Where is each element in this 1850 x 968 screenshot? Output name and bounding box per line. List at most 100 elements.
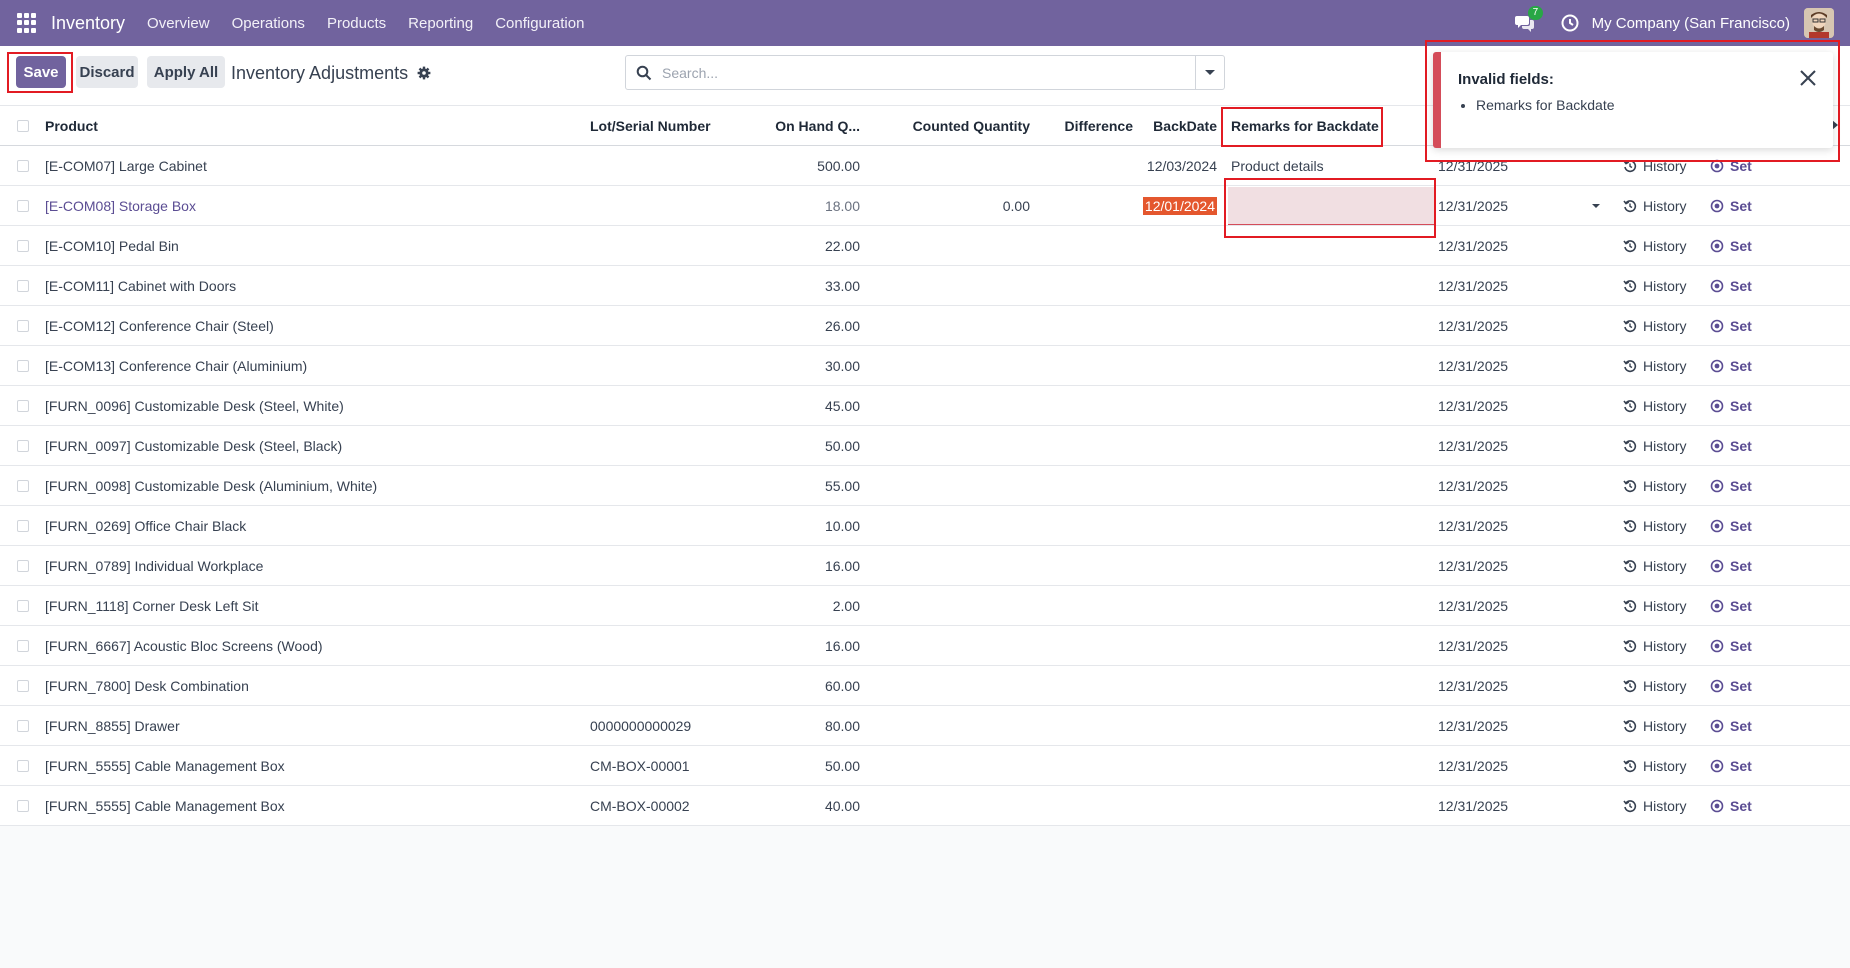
backdate-cell[interactable] <box>1132 306 1217 346</box>
counted-cell[interactable] <box>880 426 1030 466</box>
set-button[interactable]: Set <box>1710 306 1752 346</box>
table-row[interactable]: [E-COM11] Cabinet with Doors 33.00 12/31/2… <box>0 266 1850 306</box>
row-checkbox[interactable] <box>17 480 29 492</box>
col-remarks[interactable]: Remarks for Backdate <box>1231 106 1379 146</box>
product-cell[interactable]: [E-COM13] Conference Chair (Aluminium) <box>45 346 307 386</box>
row-checkbox[interactable] <box>17 360 29 372</box>
backdate-cell[interactable] <box>1132 706 1217 746</box>
history-button[interactable]: History <box>1623 666 1687 706</box>
select-all-checkbox[interactable] <box>17 120 29 132</box>
row-checkbox[interactable] <box>17 440 29 452</box>
scheduled-date-cell[interactable]: 12/31/2025 <box>1438 746 1508 786</box>
app-name[interactable]: Inventory <box>51 13 125 34</box>
table-row[interactable]: [FURN_0097] Customizable Desk (Steel, Bl… <box>0 426 1850 466</box>
set-button[interactable]: Set <box>1710 266 1752 306</box>
backdate-cell[interactable] <box>1132 346 1217 386</box>
history-button[interactable]: History <box>1623 146 1687 186</box>
history-button[interactable]: History <box>1623 746 1687 786</box>
scheduled-date-cell[interactable]: 12/31/2025 <box>1438 226 1508 266</box>
history-button[interactable]: History <box>1623 346 1687 386</box>
history-button[interactable]: History <box>1623 186 1687 226</box>
menu-configuration[interactable]: Configuration <box>495 15 584 32</box>
counted-cell[interactable] <box>880 586 1030 626</box>
row-checkbox[interactable] <box>17 400 29 412</box>
row-checkbox[interactable] <box>17 200 29 212</box>
product-cell[interactable]: [FURN_0098] Customizable Desk (Aluminium… <box>45 466 377 506</box>
set-button[interactable]: Set <box>1710 786 1752 826</box>
menu-operations[interactable]: Operations <box>232 15 305 32</box>
table-row[interactable]: [FURN_5555] Cable Management Box CM-BOX-0… <box>0 746 1850 786</box>
product-cell[interactable]: [FURN_0096] Customizable Desk (Steel, Wh… <box>45 386 344 426</box>
product-cell[interactable]: [FURN_0269] Office Chair Black <box>45 506 246 546</box>
history-button[interactable]: History <box>1623 706 1687 746</box>
row-checkbox[interactable] <box>17 560 29 572</box>
product-cell[interactable]: [FURN_0097] Customizable Desk (Steel, Bl… <box>45 426 342 466</box>
row-checkbox[interactable] <box>17 600 29 612</box>
set-button[interactable]: Set <box>1710 146 1752 186</box>
counted-cell[interactable] <box>880 146 1030 186</box>
set-button[interactable]: Set <box>1710 546 1752 586</box>
counted-cell[interactable] <box>880 266 1030 306</box>
history-button[interactable]: History <box>1623 266 1687 306</box>
row-checkbox[interactable] <box>17 680 29 692</box>
row-checkbox[interactable] <box>17 520 29 532</box>
set-button[interactable]: Set <box>1710 746 1752 786</box>
history-button[interactable]: History <box>1623 546 1687 586</box>
history-button[interactable]: History <box>1623 426 1687 466</box>
counted-cell[interactable] <box>880 706 1030 746</box>
backdate-cell[interactable] <box>1132 746 1217 786</box>
backdate-value[interactable]: 12/01/2024 <box>1142 197 1217 215</box>
company-switcher[interactable]: My Company (San Francisco) <box>1592 15 1790 32</box>
table-row[interactable]: [FURN_7800] Desk Combination 60.00 12/31/2… <box>0 666 1850 706</box>
counted-cell[interactable] <box>880 666 1030 706</box>
scheduled-date-cell[interactable]: 12/31/2025 <box>1438 266 1508 306</box>
set-button[interactable]: Set <box>1710 666 1752 706</box>
menu-reporting[interactable]: Reporting <box>408 15 473 32</box>
scheduled-date-cell[interactable]: 12/31/2025 <box>1438 626 1508 666</box>
scheduled-date-cell[interactable]: 12/31/2025 <box>1438 306 1508 346</box>
row-checkbox[interactable] <box>17 280 29 292</box>
product-cell[interactable]: [E-COM08] Storage Box <box>45 186 196 226</box>
backdate-cell[interactable] <box>1132 786 1217 826</box>
history-button[interactable]: History <box>1623 786 1687 826</box>
history-button[interactable]: History <box>1623 506 1687 546</box>
row-checkbox[interactable] <box>17 720 29 732</box>
table-row[interactable]: [FURN_5555] Cable Management Box CM-BOX-0… <box>0 786 1850 826</box>
counted-cell[interactable] <box>880 786 1030 826</box>
set-button[interactable]: Set <box>1710 626 1752 666</box>
product-cell[interactable]: [FURN_8855] Drawer <box>45 706 180 746</box>
row-checkbox[interactable] <box>17 640 29 652</box>
product-cell[interactable]: [FURN_0789] Individual Workplace <box>45 546 263 586</box>
row-checkbox[interactable] <box>17 240 29 252</box>
set-button[interactable]: Set <box>1710 586 1752 626</box>
apps-grid-icon[interactable] <box>17 13 37 33</box>
row-checkbox[interactable] <box>17 760 29 772</box>
backdate-cell[interactable] <box>1132 626 1217 666</box>
col-backdate[interactable]: BackDate <box>1132 106 1217 146</box>
counted-cell[interactable] <box>880 466 1030 506</box>
backdate-cell[interactable] <box>1132 386 1217 426</box>
row-checkbox[interactable] <box>17 800 29 812</box>
scheduled-date-cell[interactable]: 12/31/2025 <box>1438 426 1508 466</box>
scheduled-date-cell[interactable]: 12/31/2025 <box>1438 786 1508 826</box>
history-button[interactable]: History <box>1623 466 1687 506</box>
backdate-cell[interactable] <box>1132 546 1217 586</box>
col-lot[interactable]: Lot/Serial Number <box>590 106 711 146</box>
product-cell[interactable]: [FURN_5555] Cable Management Box <box>45 786 285 826</box>
search-options-toggle[interactable] <box>1195 56 1224 89</box>
col-product[interactable]: Product <box>45 106 98 146</box>
product-cell[interactable]: [FURN_5555] Cable Management Box <box>45 746 285 786</box>
scheduled-date-cell[interactable]: 12/31/2025 <box>1438 706 1508 746</box>
chevron-down-icon[interactable] <box>1592 204 1600 208</box>
backdate-cell[interactable]: 12/03/2024 <box>1132 146 1217 186</box>
scheduled-date-cell[interactable]: 12/31/2025 <box>1438 146 1508 186</box>
chat-icon[interactable]: 7 <box>1514 6 1544 34</box>
history-button[interactable]: History <box>1623 226 1687 266</box>
scheduled-date-cell[interactable]: 12/31/2025 <box>1438 666 1508 706</box>
set-button[interactable]: Set <box>1710 426 1752 466</box>
backdate-cell[interactable] <box>1132 586 1217 626</box>
save-button[interactable]: Save <box>16 56 66 88</box>
discard-button[interactable]: Discard <box>76 56 138 88</box>
product-cell[interactable]: [FURN_6667] Acoustic Bloc Screens (Wood) <box>45 626 323 666</box>
col-counted[interactable]: Counted Quantity <box>880 106 1030 146</box>
